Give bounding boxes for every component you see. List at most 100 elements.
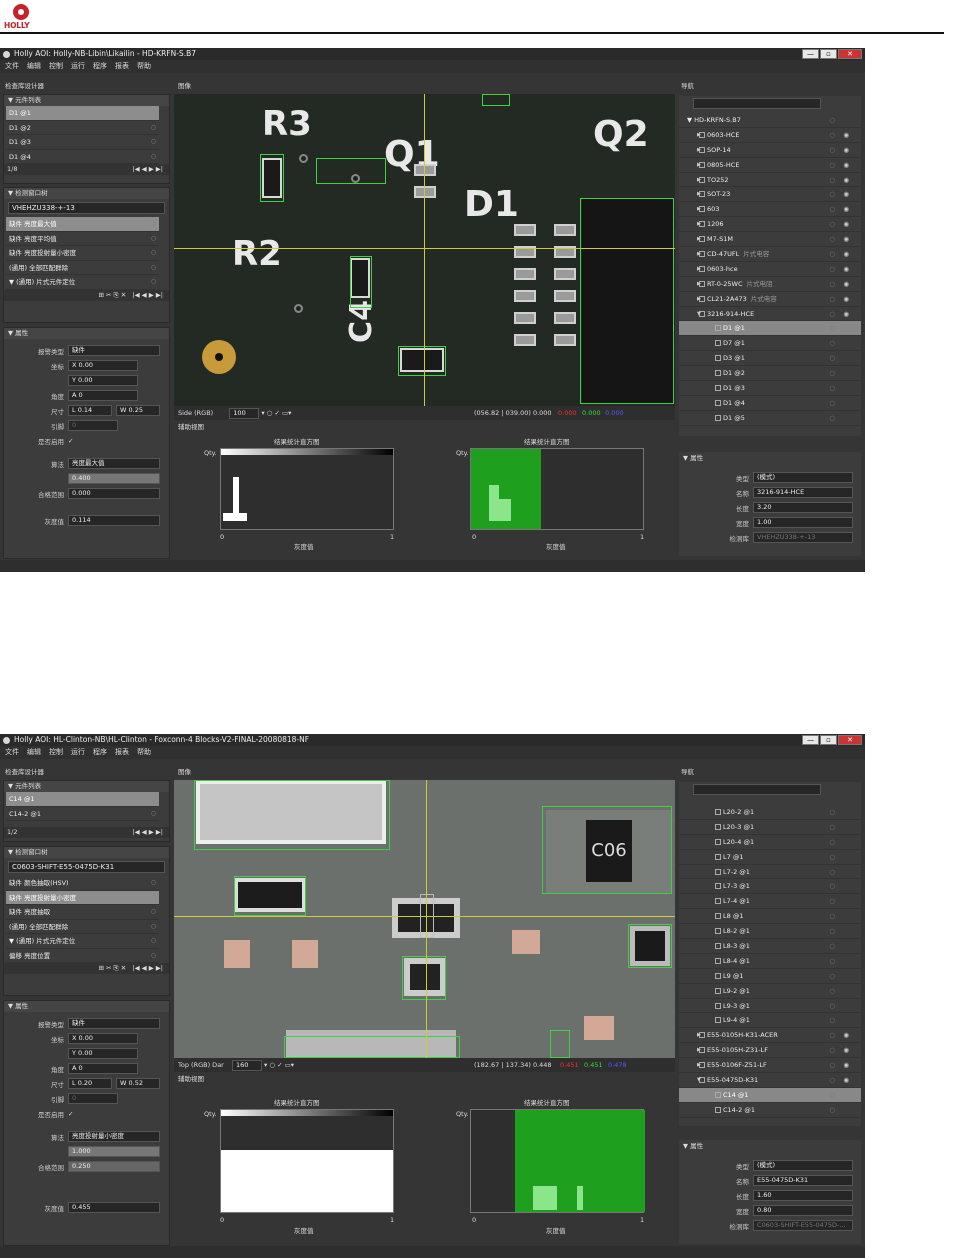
tree-item[interactable]: 偏移 亮度位置 [6, 949, 159, 963]
view-tools[interactable]: ▾ ○ ✓ ▭▾ [261, 409, 291, 417]
nav-tree-item[interactable]: D1 @1 ○ [679, 321, 861, 337]
list-item[interactable]: C14-2 @1 [6, 807, 159, 821]
pcb-image-view[interactable]: R3 Q1 Q2 D1 R2 C4 [174, 94, 675, 406]
visibility-icon[interactable]: ◉ [843, 262, 849, 277]
expand-icon[interactable]: ▶ [697, 262, 701, 277]
expand-icon[interactable]: ▶ [697, 232, 701, 247]
menu-file[interactable]: 文件 [5, 746, 19, 759]
expand-icon[interactable]: ▶ [697, 202, 701, 217]
expand-icon[interactable]: ▶ [697, 1043, 701, 1058]
expand-icon[interactable]: ▶ [697, 292, 701, 307]
inspection-box[interactable] [194, 780, 390, 850]
tree-item[interactable]: (通用) 全部匹配群除 [6, 920, 159, 934]
tree-item[interactable]: 缺件 亮度最大值 [6, 217, 159, 232]
nav-tree-item[interactable]: L7-3 @1 ○ [679, 879, 861, 895]
inspection-box[interactable] [260, 154, 284, 202]
menu-run[interactable]: 运行 [71, 746, 85, 759]
inspection-box[interactable] [542, 806, 672, 894]
maximize-button[interactable]: ▫ [820, 735, 837, 745]
tree-item[interactable]: 缺件 亮度投射量小密度 [6, 246, 159, 261]
nav-tree-item[interactable]: ▶ E55-0106F-Z51-LF ○ ◉ [679, 1058, 861, 1074]
range-low-field[interactable]: 0.000 [68, 488, 160, 499]
type-select[interactable]: (模式) [753, 1160, 853, 1171]
nav-search-input[interactable] [693, 98, 821, 109]
visibility-icon[interactable]: ◉ [843, 143, 849, 158]
expand-icon[interactable]: ▶ [697, 1028, 701, 1043]
inspection-box[interactable] [398, 346, 446, 376]
properties-header[interactable]: ▼ 属性 [4, 1001, 169, 1012]
tree-item[interactable]: 缺件 亮度平均值 [6, 232, 159, 246]
nav-search-input[interactable] [693, 784, 821, 795]
nav-tree-item[interactable]: ▶ RT-0-25WC 片式电阻 ○ ◉ [679, 277, 861, 292]
nav-tree-item[interactable]: L8 @1 ○ [679, 909, 861, 925]
visibility-icon[interactable]: ◉ [843, 202, 849, 217]
expand-icon[interactable]: ▶ [697, 158, 701, 173]
enable-checkbox[interactable]: ✓ [68, 437, 73, 445]
nav-tree-item[interactable]: L20-4 @1 ○ [679, 835, 861, 850]
list-item[interactable]: D1 @4 [6, 150, 159, 164]
width-field[interactable]: 0.80 [753, 1205, 853, 1216]
inspection-box[interactable] [550, 1030, 570, 1058]
tree-item[interactable]: 缺件 颜色抽取(HSV) [6, 876, 159, 891]
window-name-field[interactable]: C0603-SHIFT-E55-0475D-K31 [8, 861, 165, 873]
window-name-field[interactable]: VHEHZU338-+-13 [8, 202, 165, 214]
tree-toolbar[interactable]: ⊞ ✂ ⎘ ✕ |◀ ◀ ▶ ▶| [4, 289, 169, 301]
nav-tree-item[interactable]: ▶ SOT-23 ○ ◉ [679, 187, 861, 203]
nav-tree-item[interactable]: ▼ E55-0475D-K31 ○ ◉ [679, 1073, 861, 1088]
nav-tree-item[interactable]: D1 @3 ○ [679, 381, 861, 396]
nav-tree-item[interactable]: C14 @1 ○ [679, 1087, 861, 1103]
nav-tree-item[interactable]: L20-2 @1 ○ [679, 805, 861, 820]
expand-icon[interactable]: ▶ [697, 143, 701, 158]
nav-tree-item[interactable]: ▼ 3216-914-HCE ○ ◉ [679, 307, 861, 322]
menu-program[interactable]: 程序 [93, 60, 107, 73]
menu-help[interactable]: 帮助 [137, 60, 151, 73]
visibility-icon[interactable]: ◉ [843, 1028, 849, 1043]
list-item[interactable]: C14 @1 [6, 792, 159, 807]
nav-tree-item[interactable]: D3 @1 ○ [679, 351, 861, 367]
rprops-header[interactable]: ▼ 属性 [679, 452, 861, 464]
nav-tree-item[interactable]: ▶ E55-0105H-K31-ACER ○ ◉ [679, 1028, 861, 1044]
inspection-box[interactable] [350, 256, 372, 308]
nav-tree-item[interactable]: ▶ 0603-HCE ○ ◉ [679, 128, 861, 143]
minimize-button[interactable]: — [802, 49, 819, 59]
nav-tree-item[interactable]: ▶ 0603-hce ○ ◉ [679, 262, 861, 277]
window-tree-header[interactable]: ▼ 检测窗口树 [4, 847, 169, 858]
component-list-header[interactable]: ▼ 元件列表 [4, 95, 169, 106]
visibility-icon[interactable]: ◉ [843, 292, 849, 307]
visibility-icon[interactable]: ◉ [843, 307, 849, 322]
maximize-button[interactable]: ▫ [820, 49, 837, 59]
nav-tree-item[interactable]: ▶ 0805-HCE ○ ◉ [679, 158, 861, 173]
nav-tree-item[interactable]: D1 @5 ○ [679, 411, 861, 426]
rprops-header[interactable]: ▼ 属性 [679, 1140, 861, 1152]
menu-program[interactable]: 程序 [93, 746, 107, 759]
nav-tree-item[interactable]: L20-3 @1 ○ [679, 820, 861, 835]
tree-item[interactable]: 缺件 亮度抽取 [6, 905, 159, 920]
visibility-icon[interactable]: ◉ [843, 277, 849, 292]
width-field[interactable]: 1.00 [753, 517, 853, 528]
pager-arrows[interactable]: |◀ ◀ ▶ ▶| [132, 164, 163, 175]
menu-report[interactable]: 报表 [115, 746, 129, 759]
expand-icon[interactable]: ▶ [697, 187, 701, 202]
nav-tree-item[interactable]: L8-2 @1 ○ [679, 924, 861, 940]
nav-tree-item[interactable]: L9 @1 ○ [679, 969, 861, 984]
expand-icon[interactable]: ▶ [697, 217, 701, 232]
nav-tree-item[interactable]: L9-4 @1 ○ [679, 1013, 861, 1029]
pcb-image-view[interactable]: C06 [174, 780, 675, 1058]
zoom-field[interactable]: 160 [231, 1060, 262, 1071]
visibility-icon[interactable]: ◉ [843, 128, 849, 143]
expand-icon[interactable]: ▶ [697, 128, 701, 143]
expand-icon[interactable]: ▶ [697, 1058, 701, 1073]
length-field[interactable]: 1.60 [753, 1190, 853, 1201]
nav-tree-item[interactable]: ▶ 1206 ○ ◉ [679, 217, 861, 233]
alarm-type-select[interactable]: 缺件 [68, 345, 160, 356]
length-field[interactable]: 3.20 [753, 502, 853, 513]
view-mode[interactable]: Top (RGB) Dar [178, 1061, 224, 1069]
nav-tree-item[interactable]: ▶ 603 ○ ◉ [679, 202, 861, 218]
pin-field[interactable]: 0 [68, 420, 118, 431]
visibility-icon[interactable]: ◉ [843, 232, 849, 247]
component-list-header[interactable]: ▼ 元件列表 [4, 781, 169, 792]
nav-tree-item[interactable]: ▶ E55-0105H-Z31-LF ○ ◉ [679, 1043, 861, 1059]
nav-tree-item[interactable]: D1 @2 ○ [679, 366, 861, 382]
nav-tree-item[interactable]: ▶ M7-S1M ○ ◉ [679, 232, 861, 248]
nav-tree-item[interactable]: L8-4 @1 ○ [679, 954, 861, 969]
